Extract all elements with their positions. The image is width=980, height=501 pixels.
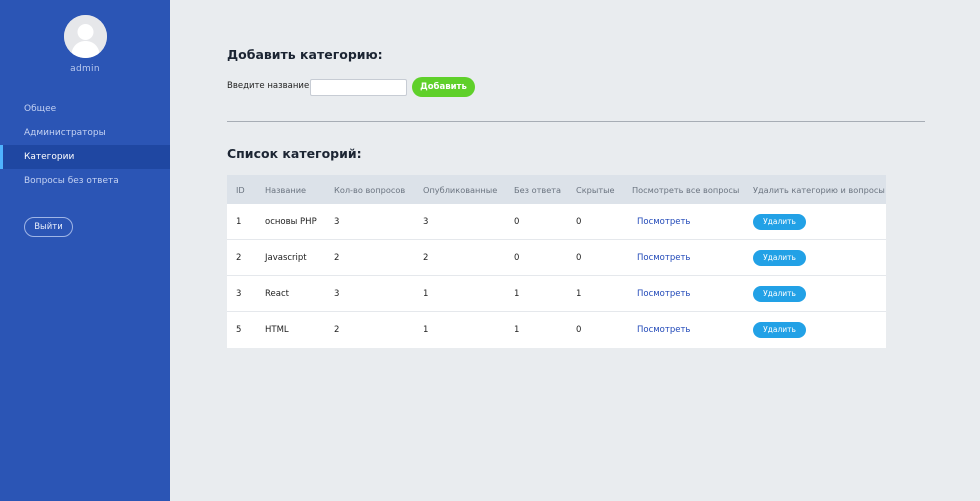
sidebar-item-administrators[interactable]: Администраторы [0,121,170,145]
sidebar-item-unanswered-questions[interactable]: Вопросы без ответа [0,169,170,193]
add-category-heading: Добавить категорию: [227,47,383,62]
cell-unanswered: 1 [514,325,520,335]
cell-id: 1 [236,216,242,227]
cell-hidden: 0 [576,252,582,263]
cell-name: HTML [265,325,289,335]
cell-unanswered: 0 [514,252,520,263]
cell-question-count: 3 [334,288,340,299]
delete-category-button[interactable]: Удалить [753,213,806,230]
sidebar: admin Общее Администраторы Категории Воп… [0,0,170,501]
view-questions-link[interactable]: Посмотреть [637,253,690,263]
table-row: 2 Javascript 2 2 0 0 Посмотреть Удалить [227,240,886,276]
cell-id: 3 [236,288,242,299]
table-header: ID Название Кол-во вопросов Опубликованн… [227,175,886,204]
cell-question-count: 2 [334,325,340,335]
delete-category-button[interactable]: Удалить [753,322,806,338]
categories-table: ID Название Кол-во вопросов Опубликованн… [227,175,886,348]
table-row: 5 HTML 2 1 1 0 Посмотреть Удалить [227,312,886,348]
category-name-input[interactable] [310,79,407,96]
cell-question-count: 3 [334,216,340,227]
column-header-name: Название [265,184,307,195]
column-header-unanswered: Без ответа [514,184,562,195]
sidebar-nav: Общее Администраторы Категории Вопросы б… [0,97,170,193]
divider [227,121,925,122]
logout-button[interactable]: Выйти [24,217,73,237]
column-header-delete: Удалить категорию и вопросы [753,184,885,195]
cell-unanswered: 0 [514,216,520,227]
cell-unanswered: 1 [514,288,520,299]
cell-published: 2 [423,252,429,263]
cell-question-count: 2 [334,252,340,263]
category-list-heading: Список категорий: [227,146,362,161]
delete-category-button[interactable]: Удалить [753,285,806,302]
cell-name: Javascript [265,252,307,263]
cell-name: основы PHP [265,216,317,227]
user-avatar-icon[interactable] [64,15,107,58]
table-row: 3 React 3 1 1 1 Посмотреть Удалить [227,276,886,312]
delete-category-button[interactable]: Удалить [753,249,806,266]
cell-name: React [265,288,289,299]
sidebar-item-general[interactable]: Общее [0,97,170,121]
username: admin [70,64,100,74]
column-header-hidden: Скрытые [576,184,615,195]
column-header-published: Опубликованные [423,184,498,195]
cell-published: 3 [423,216,429,227]
category-name-label: Введите название: [227,81,313,91]
view-questions-link[interactable]: Посмотреть [637,289,690,299]
column-header-view-all: Посмотреть все вопросы [632,184,740,195]
cell-hidden: 0 [576,325,582,335]
sidebar-item-categories[interactable]: Категории [0,145,170,169]
cell-published: 1 [423,325,429,335]
column-header-question-count: Кол-во вопросов [334,184,406,195]
view-questions-link[interactable]: Посмотреть [637,325,690,335]
view-questions-link[interactable]: Посмотреть [637,217,690,227]
cell-hidden: 1 [576,288,582,299]
cell-published: 1 [423,288,429,299]
cell-id: 2 [236,252,242,263]
main-content: Добавить категорию: Введите название: До… [170,0,980,501]
cell-hidden: 0 [576,216,582,227]
table-row: 1 основы PHP 3 3 0 0 Посмотреть Удалить [227,204,886,240]
add-category-button[interactable]: Добавить [412,77,475,97]
column-header-id: ID [236,184,245,195]
cell-id: 5 [236,325,242,335]
